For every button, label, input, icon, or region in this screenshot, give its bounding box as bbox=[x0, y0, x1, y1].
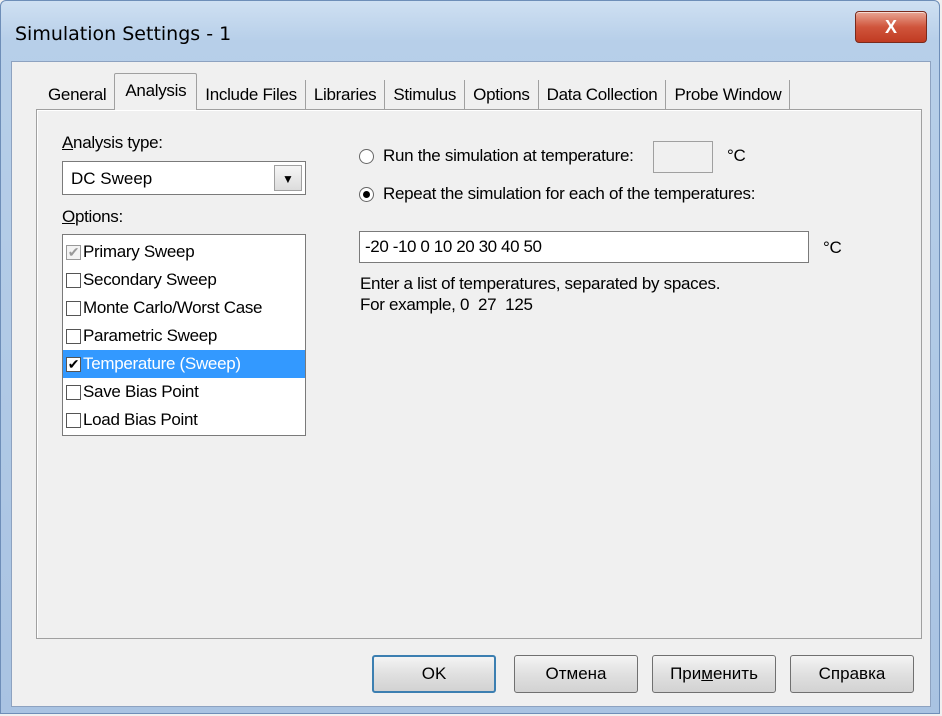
option-monte-carlo[interactable]: Monte Carlo/Worst Case bbox=[63, 294, 305, 322]
temperature-hint: Enter a list of temperatures, separated … bbox=[360, 273, 720, 315]
checkbox-primary-sweep[interactable]: ✔ bbox=[66, 244, 81, 260]
analysis-type-select[interactable]: DC Sweep ▼ bbox=[62, 161, 306, 195]
tab-stimulus[interactable]: Stimulus bbox=[385, 80, 466, 110]
temperature-list-input[interactable]: -20 -10 0 10 20 30 40 50 bbox=[359, 231, 809, 263]
apply-button-text-start: При bbox=[670, 664, 702, 683]
analysis-type-label: Analysis type: bbox=[62, 133, 163, 153]
title-bar[interactable]: Simulation Settings - 1 X bbox=[1, 1, 939, 63]
tab-probe-window[interactable]: Probe Window bbox=[666, 80, 791, 110]
option-label: Temperature (Sweep) bbox=[83, 354, 241, 373]
option-label: Monte Carlo/Worst Case bbox=[83, 298, 263, 317]
analysis-type-label-text: nalysis type: bbox=[73, 133, 163, 152]
temperature-hint-line-1: Enter a list of temperatures, separated … bbox=[360, 274, 721, 293]
single-temperature-unit: °C bbox=[727, 146, 746, 165]
apply-button-text-end: енить bbox=[712, 664, 758, 683]
checkbox-monte-carlo[interactable] bbox=[66, 300, 81, 316]
option-label: Secondary Sweep bbox=[83, 270, 217, 289]
option-load-bias-point[interactable]: Load Bias Point bbox=[63, 406, 305, 434]
option-parametric-sweep[interactable]: Parametric Sweep bbox=[63, 322, 305, 350]
apply-button-mnemonic: м bbox=[701, 664, 713, 683]
tab-options[interactable]: Options bbox=[465, 80, 539, 110]
option-label: Primary Sweep bbox=[83, 242, 195, 261]
single-temperature-input[interactable] bbox=[653, 141, 713, 173]
tab-analysis[interactable]: Analysis bbox=[114, 73, 198, 110]
help-button[interactable]: Справка bbox=[790, 655, 914, 693]
option-save-bias-point[interactable]: Save Bias Point bbox=[63, 378, 305, 406]
options-label-text: ptions: bbox=[74, 207, 123, 226]
temperature-hint-line-2: For example, 0 27 125 bbox=[360, 295, 533, 314]
tab-general[interactable]: General bbox=[40, 80, 114, 110]
analysis-panel: Analysis type: DC Sweep ▼ Options: ✔ Pri… bbox=[36, 109, 922, 639]
tab-strip: General Analysis Include Files Libraries… bbox=[40, 73, 791, 110]
temperature-list-unit: °C bbox=[823, 238, 842, 257]
options-label: Options: bbox=[62, 207, 123, 227]
tab-data-collection[interactable]: Data Collection bbox=[539, 80, 667, 110]
close-icon: X bbox=[884, 17, 897, 37]
dialog-client-area: General Analysis Include Files Libraries… bbox=[11, 61, 931, 707]
option-temperature-sweep[interactable]: ✔ Temperature (Sweep) bbox=[63, 350, 305, 378]
ok-button[interactable]: OK bbox=[372, 655, 496, 693]
option-label: Parametric Sweep bbox=[83, 326, 218, 345]
option-label: Load Bias Point bbox=[83, 410, 198, 429]
apply-button[interactable]: Применить bbox=[652, 655, 776, 693]
analysis-type-value: DC Sweep bbox=[71, 169, 153, 188]
analysis-type-label-mnemonic: A bbox=[62, 133, 74, 152]
checkbox-secondary-sweep[interactable] bbox=[66, 272, 81, 288]
options-listbox[interactable]: ✔ Primary Sweep Secondary Sweep Monte Ca… bbox=[62, 234, 306, 436]
cancel-button[interactable]: Отмена bbox=[514, 655, 638, 693]
checkbox-parametric-sweep[interactable] bbox=[66, 328, 81, 344]
close-button[interactable]: X bbox=[855, 11, 927, 43]
checkbox-temperature-sweep[interactable]: ✔ bbox=[66, 356, 81, 372]
chevron-down-icon[interactable]: ▼ bbox=[274, 165, 302, 191]
option-primary-sweep[interactable]: ✔ Primary Sweep bbox=[63, 238, 305, 266]
radio-single-temperature[interactable] bbox=[359, 149, 374, 164]
dialog-window: Simulation Settings - 1 X General Analys… bbox=[0, 0, 940, 714]
options-label-mnemonic: O bbox=[62, 207, 75, 226]
option-secondary-sweep[interactable]: Secondary Sweep bbox=[63, 266, 305, 294]
radio-single-temperature-label[interactable]: Run the simulation at temperature: bbox=[383, 146, 634, 166]
tab-include-files[interactable]: Include Files bbox=[197, 80, 306, 110]
checkbox-save-bias-point[interactable] bbox=[66, 384, 81, 400]
checkbox-load-bias-point[interactable] bbox=[66, 412, 81, 428]
window-title: Simulation Settings - 1 bbox=[15, 23, 232, 45]
option-label: Save Bias Point bbox=[83, 382, 199, 401]
tab-libraries[interactable]: Libraries bbox=[306, 80, 386, 110]
radio-multi-temperature-label[interactable]: Repeat the simulation for each of the te… bbox=[383, 184, 755, 204]
radio-multi-temperature[interactable] bbox=[359, 187, 374, 202]
